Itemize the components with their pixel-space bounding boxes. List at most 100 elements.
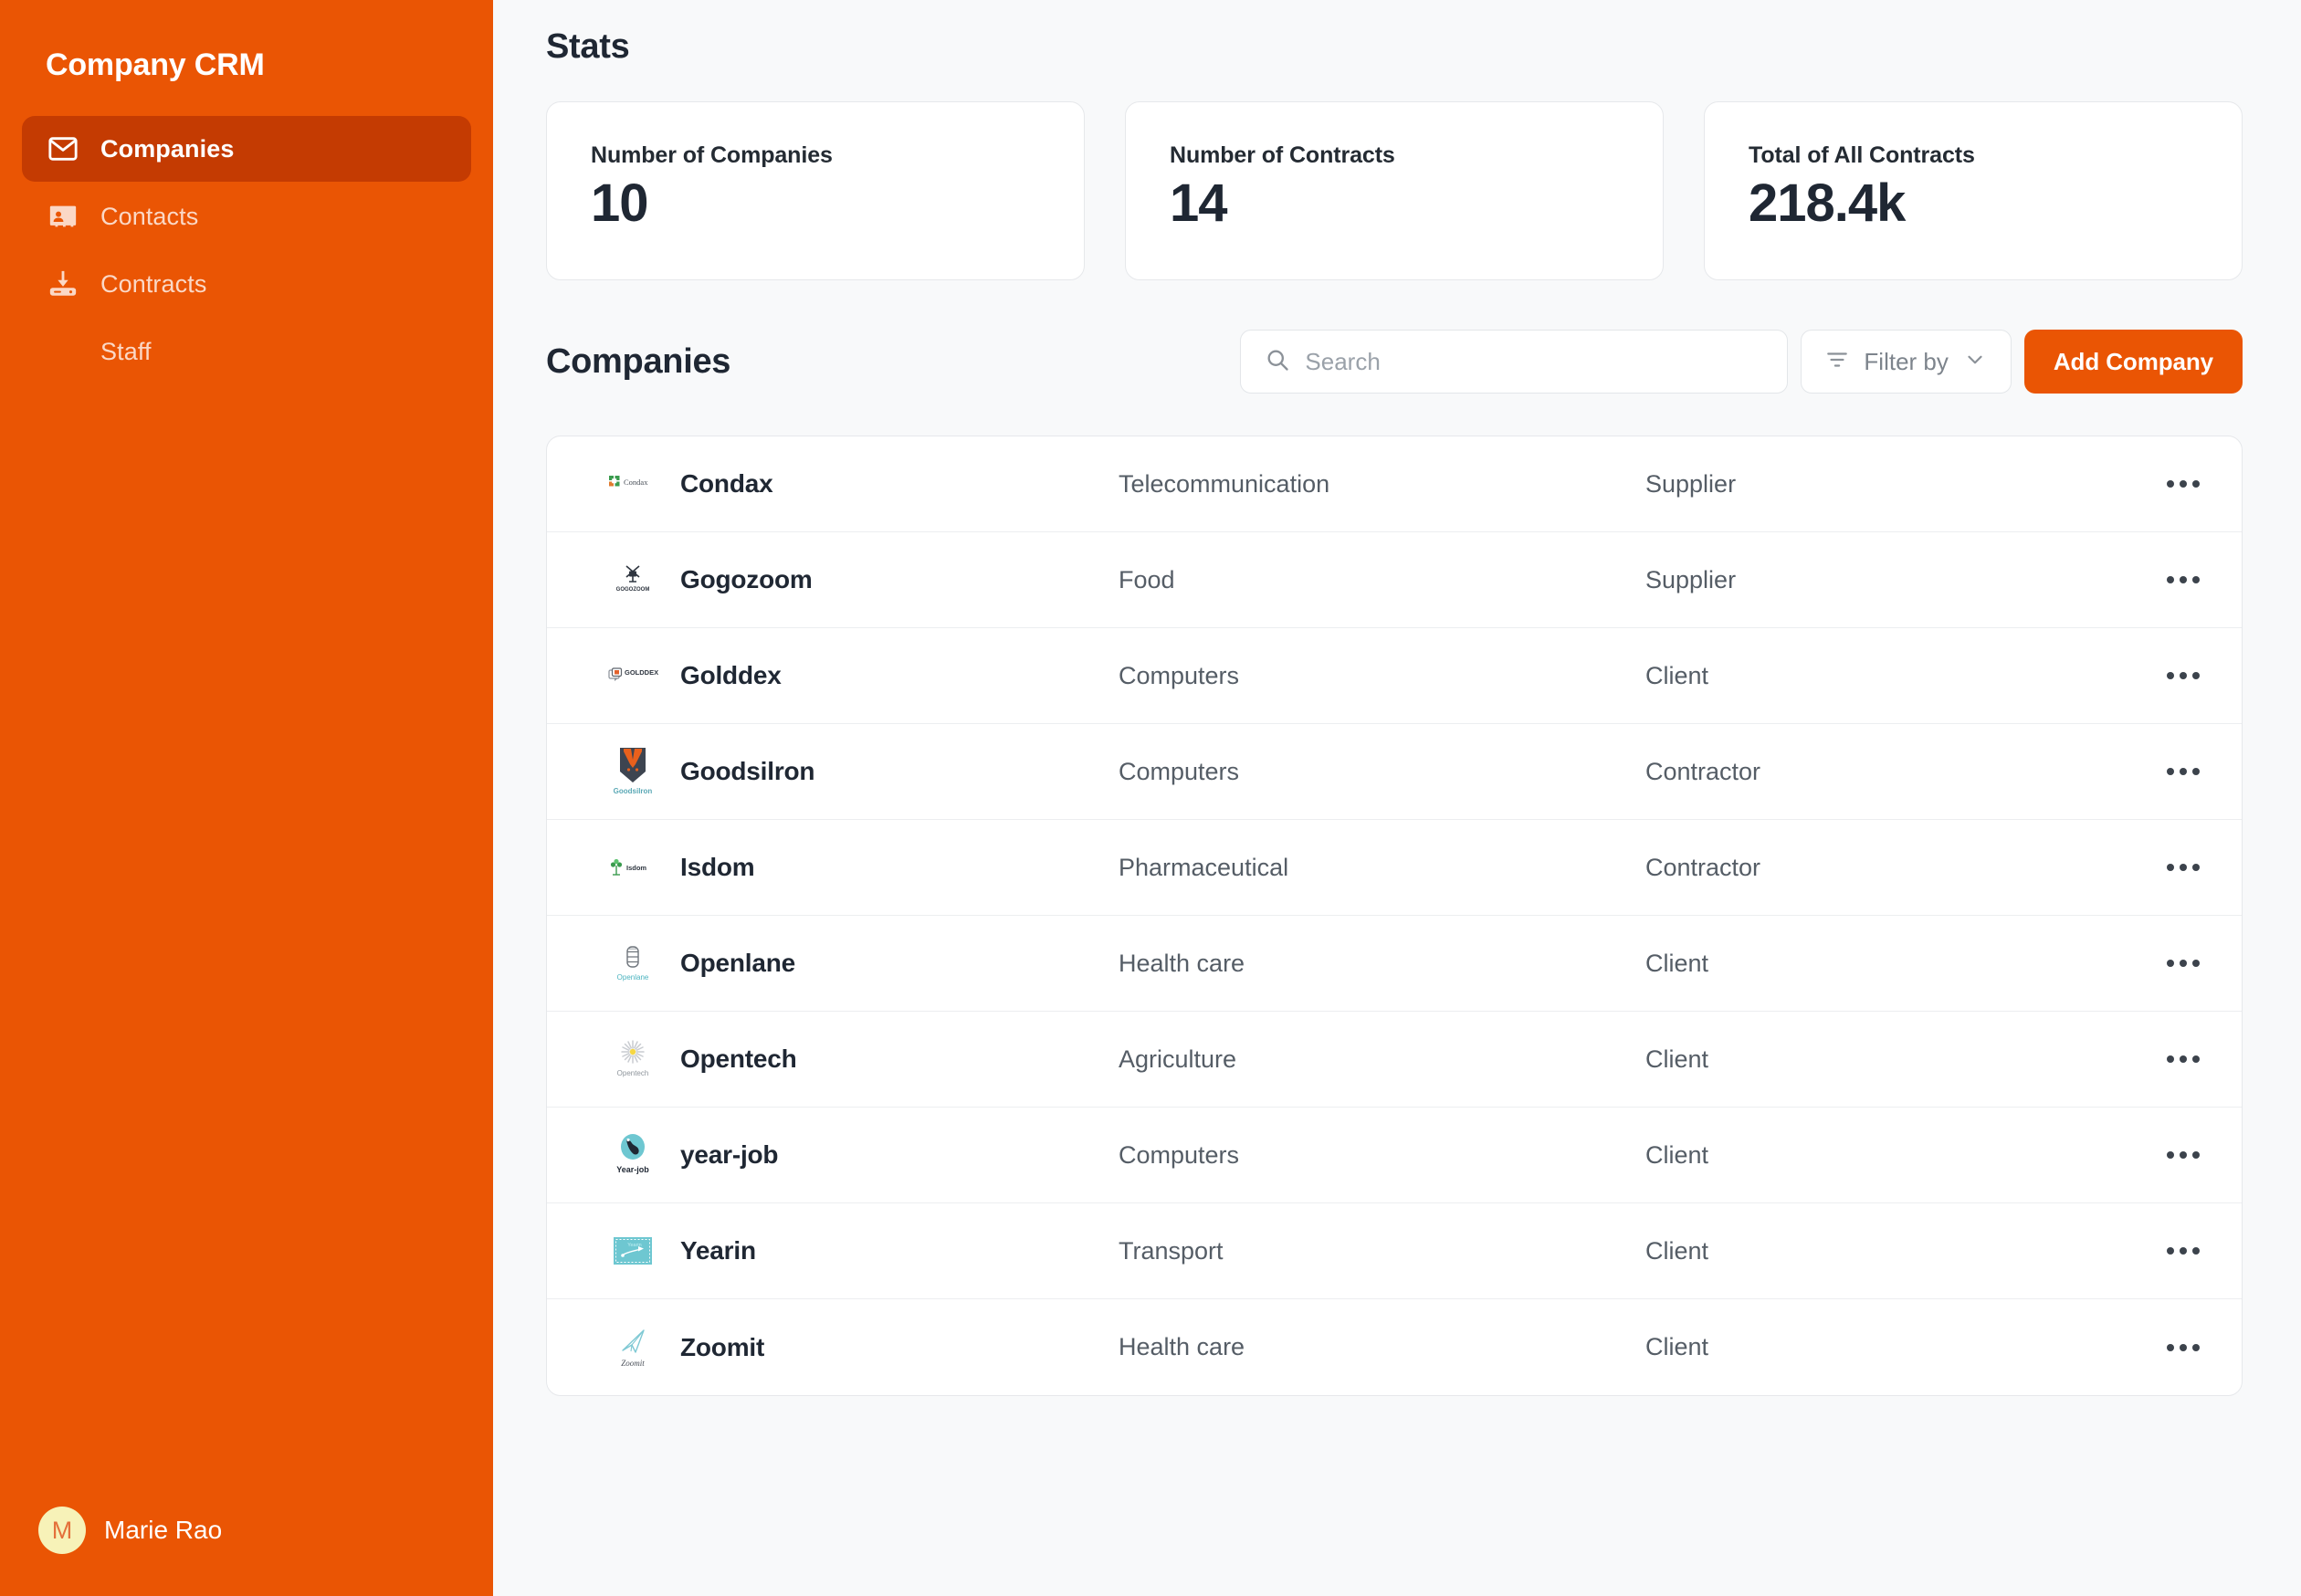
sidebar-item-staff[interactable]: Staff [22, 319, 471, 384]
table-row[interactable]: Zoomit Zoomit Health care Client [547, 1299, 2242, 1395]
svg-text:Zoomit: Zoomit [621, 1359, 645, 1368]
company-name: Opentech [680, 1045, 1119, 1074]
company-name: year-job [680, 1140, 1119, 1170]
condax-logo: Condax [607, 458, 658, 509]
companies-table: Condax Condax Telecommunication Supplier [546, 436, 2243, 1396]
search-box[interactable] [1240, 330, 1788, 394]
svg-text:GOLDDEX: GOLDDEX [625, 668, 658, 677]
stat-label: Number of Contracts [1170, 142, 1663, 169]
row-actions-button[interactable] [2136, 1151, 2200, 1159]
company-type: Supplier [1645, 470, 2136, 499]
stat-value: 14 [1170, 176, 1663, 232]
openlane-logo: Openlane [607, 938, 658, 989]
company-industry: Telecommunication [1119, 470, 1645, 499]
companies-toolbar: Companies Filter by [546, 330, 2243, 394]
gogozoom-logo: GOGOZOOM [607, 554, 658, 605]
company-industry: Computers [1119, 1141, 1645, 1170]
chevron-down-icon [1963, 348, 1987, 376]
table-row[interactable]: Condax Condax Telecommunication Supplier [547, 436, 2242, 532]
table-row[interactable]: Openlane Openlane Health care Client [547, 916, 2242, 1012]
app-brand-title: Company CRM [0, 0, 493, 83]
company-industry: Transport [1119, 1237, 1645, 1265]
isdom-logo: Isdom [607, 842, 658, 893]
table-row[interactable]: Opentech Opentech Agriculture Client [547, 1012, 2242, 1108]
sidebar-item-contacts[interactable]: Contacts [22, 184, 471, 249]
stat-card-total: Total of All Contracts 218.4k [1704, 101, 2243, 280]
table-row[interactable]: Isdom Isdom Pharmaceutical Contractor [547, 820, 2242, 916]
table-row[interactable]: GOGOZOOM Gogozoom Food Supplier [547, 532, 2242, 628]
svg-text:GOGOZOOM: GOGOZOOM [616, 587, 650, 593]
zoomit-logo: Zoomit [607, 1322, 658, 1373]
company-logo-cell: Yearin [585, 1225, 680, 1276]
avatar: M [38, 1507, 86, 1554]
svg-text:Isdom: Isdom [626, 864, 646, 872]
table-row[interactable]: Goodsilron Goodsilron Computers Contract… [547, 724, 2242, 820]
company-industry: Health care [1119, 950, 1645, 978]
row-actions-button[interactable] [2136, 672, 2200, 679]
search-icon [1265, 347, 1290, 377]
company-name: Goodsilron [680, 757, 1119, 786]
stats-cards: Number of Companies 10 Number of Contrac… [546, 101, 2243, 280]
company-name: Yearin [680, 1236, 1119, 1265]
company-type: Client [1645, 1237, 2136, 1265]
svg-text:Year-job: Year-job [616, 1165, 649, 1174]
company-industry: Health care [1119, 1333, 1645, 1361]
filter-by-button[interactable]: Filter by [1801, 330, 2011, 394]
company-industry: Computers [1119, 758, 1645, 786]
company-type: Client [1645, 1045, 2136, 1074]
svg-text:Opentech: Opentech [617, 1069, 649, 1077]
company-name: Condax [680, 469, 1119, 499]
nav-icon-placeholder [46, 334, 80, 369]
main-content: Stats Number of Companies 10 Number of C… [493, 0, 2301, 1596]
row-actions-button[interactable] [2136, 1055, 2200, 1063]
mail-icon [46, 131, 80, 166]
company-name: Zoomit [680, 1333, 1119, 1362]
row-actions-button[interactable] [2136, 768, 2200, 775]
goodsilron-logo: Goodsilron [607, 746, 658, 797]
row-actions-button[interactable] [2136, 864, 2200, 871]
save-download-icon [46, 267, 80, 301]
company-name: Gogozoom [680, 565, 1119, 594]
company-logo-cell: GOGOZOOM [585, 554, 680, 605]
toolbar-controls: Filter by Add Company [1240, 330, 2243, 394]
stat-value: 10 [591, 176, 1084, 232]
stat-card-contracts: Number of Contracts 14 [1125, 101, 1664, 280]
table-row[interactable]: Yearin Yearin Transport Client [547, 1203, 2242, 1299]
row-actions-button[interactable] [2136, 480, 2200, 488]
svg-text:Condax: Condax [624, 478, 648, 487]
sidebar-item-label: Contacts [100, 203, 198, 231]
company-logo-cell: Goodsilron [585, 746, 680, 797]
company-industry: Computers [1119, 662, 1645, 690]
svg-text:Yearin: Yearin [627, 1243, 641, 1248]
sidebar-item-companies[interactable]: Companies [22, 116, 471, 182]
row-actions-button[interactable] [2136, 1344, 2200, 1351]
sidebar-item-contracts[interactable]: Contracts [22, 251, 471, 317]
table-row[interactable]: Year-job year-job Computers Client [547, 1108, 2242, 1203]
row-actions-button[interactable] [2136, 1247, 2200, 1255]
search-input[interactable] [1305, 348, 1763, 376]
company-logo-cell: GOLDDEX [585, 650, 680, 701]
contact-card-icon [46, 199, 80, 234]
yearjob-logo: Year-job [607, 1129, 658, 1181]
company-type: Client [1645, 662, 2136, 690]
row-actions-button[interactable] [2136, 576, 2200, 583]
sidebar-nav: Companies Contacts Contracts [0, 116, 493, 384]
company-logo-cell: Year-job [585, 1129, 680, 1181]
filter-icon [1825, 348, 1849, 376]
table-row[interactable]: GOLDDEX Golddex Computers Client [547, 628, 2242, 724]
company-type: Client [1645, 1141, 2136, 1170]
user-profile[interactable]: M Marie Rao [0, 1507, 493, 1596]
company-name: Golddex [680, 661, 1119, 690]
filter-by-label: Filter by [1864, 348, 1948, 376]
row-actions-button[interactable] [2136, 960, 2200, 967]
company-industry: Agriculture [1119, 1045, 1645, 1074]
company-type: Client [1645, 1333, 2136, 1361]
opentech-logo: Opentech [607, 1034, 658, 1085]
company-logo-cell: Zoomit [585, 1322, 680, 1373]
add-company-button[interactable]: Add Company [2024, 330, 2243, 394]
company-industry: Pharmaceutical [1119, 854, 1645, 882]
company-logo-cell: Isdom [585, 842, 680, 893]
page-title: Companies [546, 342, 1240, 382]
company-name: Isdom [680, 853, 1119, 882]
sidebar-item-label: Companies [100, 135, 234, 163]
